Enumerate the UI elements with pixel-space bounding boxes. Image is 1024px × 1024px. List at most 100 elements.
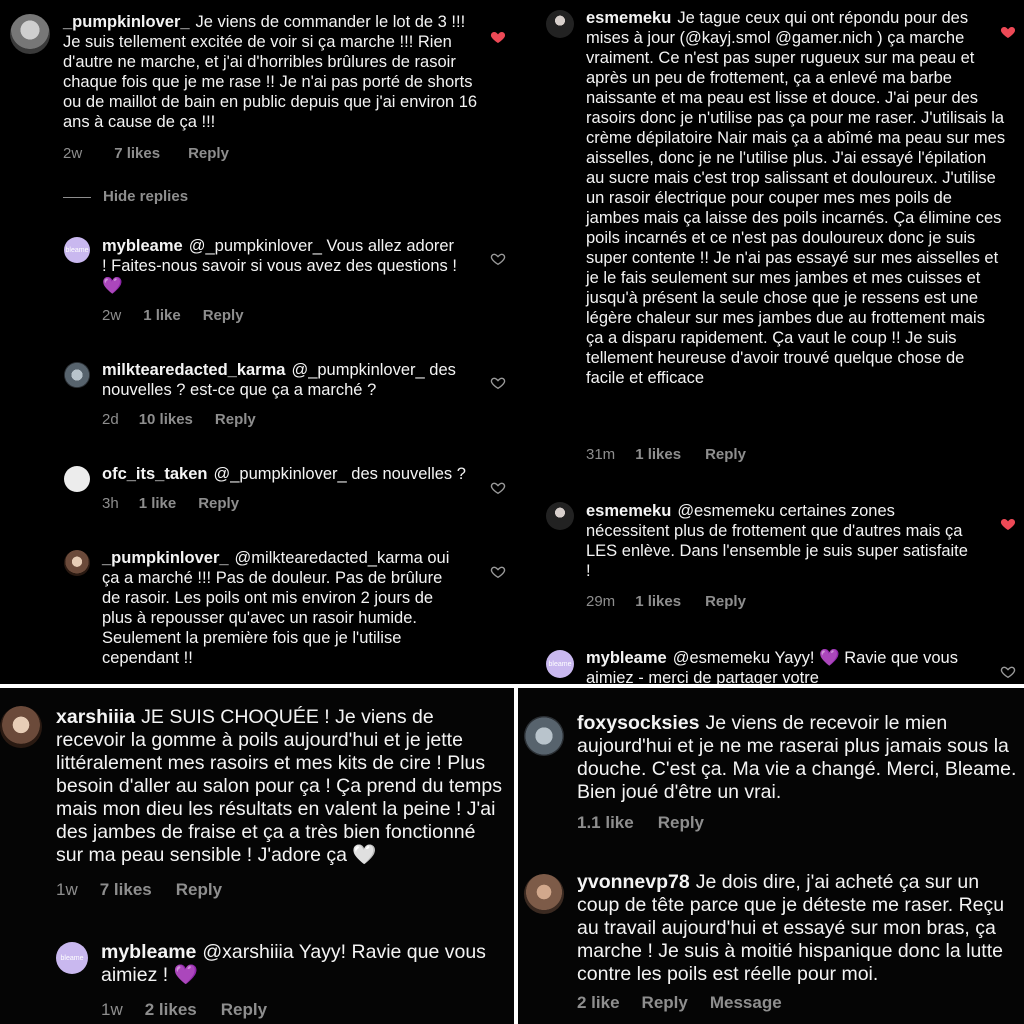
timestamp: 2w — [63, 145, 83, 162]
avatar[interactable] — [0, 706, 42, 748]
comment-meta: 31m 1 likes Reply — [586, 446, 774, 463]
divider-line — [63, 196, 91, 198]
avatar[interactable]: bleame — [64, 237, 90, 263]
avatar[interactable]: bleame — [546, 650, 574, 678]
username[interactable]: milktearedacted_karma — [102, 361, 285, 379]
reply-button[interactable]: Reply — [642, 993, 688, 1012]
likes-count[interactable]: 1 like — [139, 495, 177, 512]
username[interactable]: xarshiiia — [56, 706, 135, 728]
comment-meta: 2w 1 like Reply — [102, 307, 272, 324]
white-heart-emoji: 🤍 — [352, 844, 377, 866]
username[interactable]: _pumpkinlover_ — [63, 13, 190, 31]
heart-filled-icon[interactable] — [1000, 24, 1016, 40]
reply-button[interactable]: Reply — [705, 593, 746, 610]
heart-outline-icon[interactable] — [490, 480, 506, 496]
timestamp: 1w — [101, 1000, 123, 1019]
comment-body: _pumpkinlover_ @milktearedacted_karma oui… — [102, 548, 462, 668]
likes-count[interactable]: 10 likes — [139, 411, 193, 428]
reply-button[interactable]: Reply — [176, 880, 222, 899]
comment-meta: 1w 2 likes Reply — [101, 1000, 295, 1020]
username[interactable]: ofc_its_taken — [102, 465, 207, 483]
avatar[interactable] — [524, 874, 564, 914]
avatar[interactable] — [524, 716, 564, 756]
timestamp: 2d — [102, 411, 119, 428]
likes-count[interactable]: 1.1 like — [577, 813, 634, 832]
reply-button[interactable]: Reply — [198, 495, 239, 512]
comment-body: _pumpkinlover_ Je viens de commander le l… — [63, 12, 483, 132]
comment-body: esmemeku @esmemeku certaines zones nécess… — [586, 501, 976, 581]
comment-body: xarshiiia JE SUIS CHOQUÉE ! Je viens de r… — [56, 706, 506, 867]
likes-count[interactable]: 2 like — [577, 993, 620, 1012]
avatar[interactable] — [64, 362, 90, 388]
timestamp: 2w — [102, 307, 122, 324]
purple-heart-emoji: 💜 — [173, 964, 198, 986]
avatar[interactable] — [64, 550, 90, 576]
heart-outline-icon[interactable] — [490, 375, 506, 391]
username[interactable]: esmemeku — [586, 502, 671, 520]
avatar[interactable] — [64, 466, 90, 492]
comment-text: Je tague ceux qui ont répondu pour des m… — [586, 9, 1006, 387]
comments-panel-bottom-right: foxysocksies Je viens de recevoir le mien… — [516, 688, 1024, 1024]
username[interactable]: foxysocksies — [577, 712, 700, 734]
heart-outline-icon[interactable] — [1000, 664, 1016, 680]
comment-meta: 29m 1 likes Reply — [586, 593, 774, 610]
heart-outline-icon[interactable] — [490, 564, 506, 580]
comment-body: ofc_its_taken @_pumpkinlover_ des nouvell… — [102, 464, 502, 484]
username[interactable]: mybleame — [586, 649, 667, 667]
hide-replies-button[interactable]: Hide replies — [63, 188, 188, 205]
likes-count[interactable]: 2 likes — [145, 1000, 197, 1019]
reply-button[interactable]: Reply — [221, 1000, 267, 1019]
username[interactable]: esmemeku — [586, 9, 671, 27]
username[interactable]: mybleame — [102, 237, 183, 255]
likes-count[interactable]: 7 likes — [100, 880, 152, 899]
reply-button[interactable]: Reply — [188, 145, 229, 162]
hide-replies-label: Hide replies — [103, 188, 189, 205]
purple-heart-emoji: 💜 — [102, 277, 123, 295]
comment-meta: 2w 7 likes Reply — [63, 145, 257, 162]
collage-divider-vertical — [514, 688, 518, 1024]
avatar[interactable]: bleame — [56, 942, 88, 974]
comment-meta: 1.1 like Reply — [577, 813, 732, 833]
timestamp: 29m — [586, 593, 616, 610]
reply-button[interactable]: Reply — [705, 446, 746, 463]
comment-body: esmemeku Je tague ceux qui ont répondu po… — [586, 8, 1006, 388]
timestamp: 31m — [586, 446, 616, 463]
comment-text: JE SUIS CHOQUÉE ! Je viens de recevoir l… — [56, 706, 502, 866]
avatar[interactable] — [546, 10, 574, 38]
avatar-logo-text: bleame — [548, 660, 572, 668]
likes-count[interactable]: 1 likes — [635, 446, 681, 463]
reply-button[interactable]: Reply — [215, 411, 256, 428]
comment-meta: 2d 10 likes Reply — [102, 411, 284, 428]
message-button[interactable]: Message — [710, 993, 782, 1012]
likes-count[interactable]: 7 likes — [114, 145, 160, 162]
collage-divider-horizontal — [0, 684, 1024, 688]
avatar-logo-text: bleame — [60, 954, 84, 962]
comment-body: milktearedacted_karma @_pumpkinlover_ des… — [102, 360, 482, 400]
reply-button[interactable]: Reply — [658, 813, 704, 832]
username[interactable]: _pumpkinlover_ — [102, 549, 229, 567]
comment-body: mybleame @xarshiiia Yayy! Ravie que vous … — [101, 941, 511, 987]
timestamp: 3h — [102, 495, 119, 512]
comment-body: foxysocksies Je viens de recevoir le mien… — [577, 712, 1021, 804]
avatar[interactable] — [546, 502, 574, 530]
comments-panel-top-left: _pumpkinlover_ Je viens de commander le l… — [0, 0, 516, 684]
likes-count[interactable]: 1 likes — [635, 593, 681, 610]
username[interactable]: mybleame — [101, 941, 196, 963]
username[interactable]: yvonnevp78 — [577, 871, 690, 893]
reply-button[interactable]: Reply — [203, 307, 244, 324]
comments-panel-top-right: esmemeku Je tague ceux qui ont répondu po… — [516, 0, 1024, 688]
comment-meta: 2 like Reply Message — [577, 993, 810, 1013]
comment-body: yvonnevp78 Je dois dire, j'ai acheté ça s… — [577, 871, 1021, 986]
timestamp: 1w — [56, 880, 78, 899]
comments-panel-bottom-left: xarshiiia JE SUIS CHOQUÉE ! Je viens de r… — [0, 688, 516, 1024]
comment-text: @_pumpkinlover_ des nouvelles ? — [213, 465, 466, 483]
comment-meta: 3h 1 like Reply — [102, 495, 267, 512]
comment-body: mybleame @esmemeku Yayy! 💜 Ravie que vous… — [586, 648, 966, 688]
comment-body: mybleame @_pumpkinlover_ Vous allez adore… — [102, 236, 462, 296]
heart-filled-icon[interactable] — [1000, 516, 1016, 532]
heart-outline-icon[interactable] — [490, 251, 506, 267]
likes-count[interactable]: 1 like — [143, 307, 181, 324]
heart-filled-icon[interactable] — [490, 29, 506, 45]
avatar[interactable] — [10, 14, 50, 54]
comment-meta: 1w 7 likes Reply — [56, 880, 250, 900]
